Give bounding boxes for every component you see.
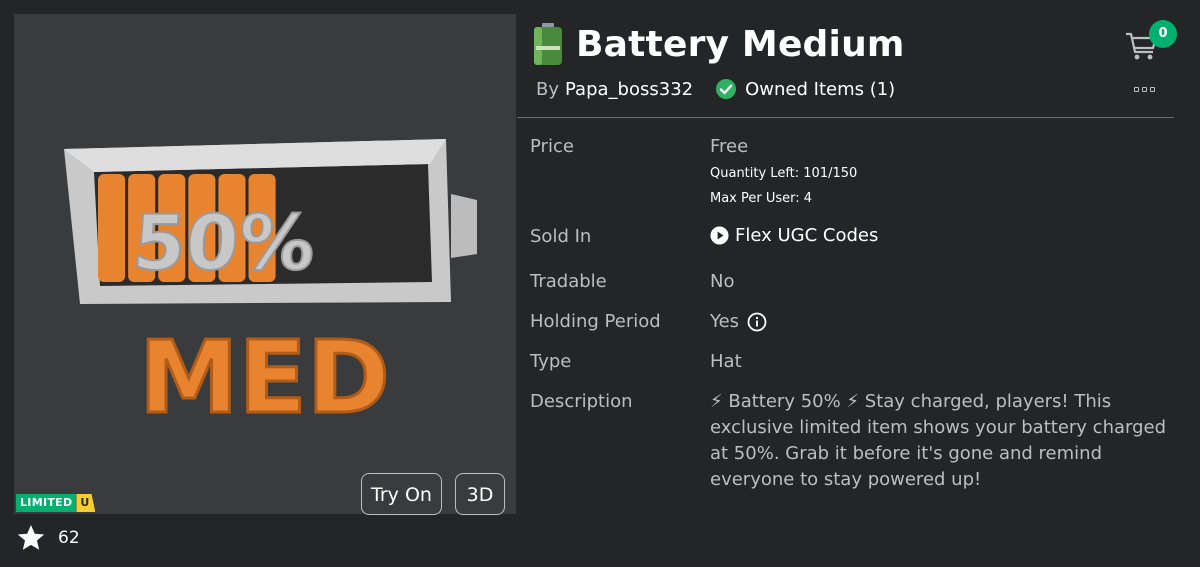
try-on-button[interactable]: Try On (361, 473, 442, 515)
battery-emoji-icon (534, 23, 562, 65)
quantity-left: Quantity Left: 101/150 (710, 166, 858, 181)
limited-label: LIMITED (16, 494, 77, 512)
play-icon (710, 226, 729, 245)
battery-artwork: 50% MED (64, 139, 477, 438)
type-value: Hat (710, 351, 742, 372)
tradable-label: Tradable (530, 271, 607, 292)
battery-word-text: MED (139, 319, 390, 436)
sold-in-label: Sold In (530, 226, 592, 247)
battery-percent-text: 50% (130, 198, 318, 287)
type-label: Type (530, 351, 572, 372)
owned-items-label: Owned Items (1) (745, 78, 896, 100)
description-text: ⚡ Battery 50% ⚡ Stay charged, players! T… (710, 391, 1167, 490)
favorite-control[interactable]: 62 (16, 524, 80, 552)
sold-in-link[interactable]: Flex UGC Codes (710, 225, 878, 246)
sold-in-value: Flex UGC Codes (735, 225, 879, 246)
description-label: Description (530, 391, 633, 412)
favorite-count: 62 (58, 528, 80, 548)
title-row: Battery Medium (532, 22, 905, 66)
limited-u-label: U (76, 494, 96, 512)
by-label: By (536, 78, 560, 100)
page-title: Battery Medium (576, 23, 905, 65)
view-3d-button[interactable]: 3D (455, 473, 505, 515)
holding-period-label: Holding Period (530, 311, 661, 332)
holding-period-value: Yes (710, 311, 740, 332)
byline: By Papa_boss332 Owned Items (1) (536, 78, 895, 100)
creator-link[interactable]: Papa_boss332 (565, 79, 693, 100)
holding-period: Yes (710, 311, 767, 332)
info-icon[interactable] (747, 312, 767, 332)
item-thumbnail: 50% MED Try On 3D LIMITED U (14, 14, 516, 515)
divider (517, 117, 1174, 118)
limited-badge: LIMITED U (16, 494, 96, 512)
more-options-icon[interactable] (1134, 87, 1155, 92)
star-icon[interactable] (16, 524, 46, 552)
price-value: Free (710, 136, 749, 157)
battery-tip (451, 194, 477, 258)
charge-cell (98, 174, 126, 282)
owned-items: Owned Items (1) (715, 78, 895, 100)
check-circle-icon (716, 79, 737, 99)
price-label: Price (530, 136, 574, 157)
tradable-value: No (710, 271, 735, 292)
cart-count-badge: 0 (1149, 20, 1177, 48)
max-per-user: Max Per User: 4 (710, 191, 813, 206)
